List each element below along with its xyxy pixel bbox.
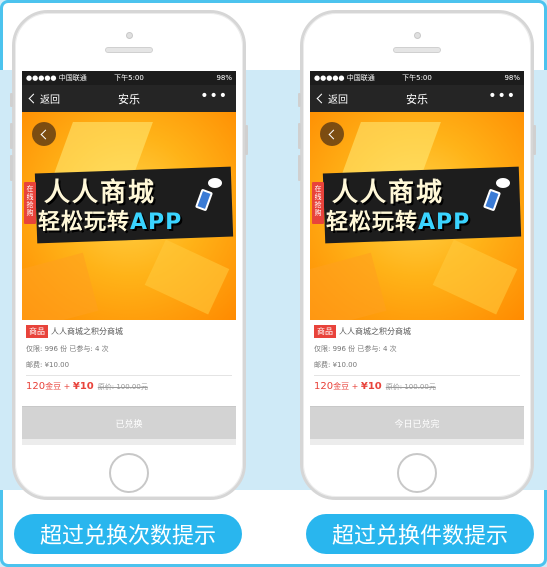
screen: ●●●●● 中国联通 下午5:00 98% 返回 安乐 ••• 人人商城 轻松玩… [22,71,236,445]
volume-up-button [10,123,13,149]
nav-bar: 返回 安乐 ••• [310,85,524,112]
divider [314,375,520,376]
price-cash: ¥10 [72,381,94,392]
price-row: 120 金豆 + ¥10 原价: 100.00元 [26,381,232,392]
divider [26,375,232,376]
speaker-icon [105,47,153,53]
power-button [245,125,248,155]
speech-bubble-icon [208,178,222,188]
price-points: 120 [26,381,46,392]
product-badge: 商品 [26,325,48,338]
home-button[interactable] [109,453,149,493]
volume-up-button [298,123,301,149]
clock: 下午5:00 [114,74,144,82]
back-label: 返回 [40,95,60,106]
price-plus: + [61,382,73,391]
banner-decoration [432,239,518,315]
postage-text: 邮费: ¥10.00 [314,361,358,369]
chevron-left-icon [28,93,39,104]
volume-down-button [10,155,13,181]
price-cash: ¥10 [360,381,382,392]
home-button[interactable] [397,453,437,493]
caption-left: 超过兑换次数提示 [14,514,242,554]
price-points: 120 [314,381,334,392]
power-button [533,125,536,155]
chevron-left-icon [316,93,327,104]
status-bar: ●●●●● 中国联通 下午5:00 98% [310,71,524,85]
speech-bubble-icon [496,178,510,188]
volume-down-button [298,155,301,181]
banner-line2: 轻松玩转APP [38,204,182,236]
product-badge: 商品 [314,325,336,338]
banner-line2-text: 轻松玩转 [326,210,419,235]
banner-line2-text: 轻松玩转 [38,210,131,235]
chevron-left-icon [328,129,339,139]
postage-text: 邮费: ¥10.00 [26,361,70,369]
product-banner: 人人商城 轻松玩转APP 在线抢购 [310,112,524,320]
mute-switch [298,93,301,107]
banner-line2: 轻松玩转APP [326,204,470,236]
price-row: 120 金豆 + ¥10 原价: 100.00元 [314,381,520,392]
online-tag: 在线抢购 [24,182,36,224]
product-info: 商品 人人商城之积分商城 仅限: 996 份 已参与: 4 次 邮费: ¥10.… [310,320,524,406]
product-name: 人人商城之积分商城 [51,327,123,336]
banner-decoration [22,252,99,320]
limit-text: 仅限: 996 份 已参与: 4 次 [314,345,397,353]
limit-text: 仅限: 996 份 已参与: 4 次 [26,345,109,353]
product-title-row: 商品 人人商城之积分商城 [314,325,520,338]
camera-icon [414,32,421,39]
mute-switch [10,93,13,107]
product-info: 商品 人人商城之积分商城 仅限: 996 份 已参与: 4 次 邮费: ¥10.… [22,320,236,406]
clock: 下午5:00 [402,74,432,82]
status-bar: ●●●●● 中国联通 下午5:00 98% [22,71,236,85]
product-name: 人人商城之积分商城 [339,327,411,336]
product-title-row: 商品 人人商城之积分商城 [26,325,232,338]
banner-app-text: APP [418,210,471,235]
chevron-left-icon [40,129,51,139]
back-label: 返回 [328,95,348,106]
product-banner: 人人商城 轻松玩转APP 在线抢购 [22,112,236,320]
camera-icon [126,32,133,39]
back-button[interactable]: 返回 [315,91,348,106]
back-button[interactable]: 返回 [27,91,60,106]
banner-back-button[interactable] [320,122,344,146]
price-points-unit: 金豆 [45,382,62,391]
price-points-unit: 金豆 [333,382,350,391]
screen: ●●●●● 中国联通 下午5:00 98% 返回 安乐 ••• 人人商城 轻松玩… [310,71,524,445]
caption-right: 超过兑换件数提示 [306,514,534,554]
nav-bar: 返回 安乐 ••• [22,85,236,112]
banner-decoration [144,239,230,315]
redeem-button[interactable]: 今日已兑完 [310,406,524,439]
banner-back-button[interactable] [32,122,56,146]
speaker-icon [393,47,441,53]
phone-mockup-right: ●●●●● 中国联通 下午5:00 98% 返回 安乐 ••• 人人商城 轻松玩… [298,10,536,500]
more-menu-button[interactable]: ••• [200,88,228,104]
original-price: 原价: 100.00元 [385,383,436,391]
redeem-button[interactable]: 已兑换 [22,406,236,439]
banner-app-text: APP [130,210,183,235]
banner-decoration [310,252,387,320]
phone-mockup-left: ●●●●● 中国联通 下午5:00 98% 返回 安乐 ••• 人人商城 轻松玩… [10,10,248,500]
online-tag: 在线抢购 [312,182,324,224]
price-plus: + [349,382,361,391]
original-price: 原价: 100.00元 [97,383,148,391]
more-menu-button[interactable]: ••• [488,88,516,104]
